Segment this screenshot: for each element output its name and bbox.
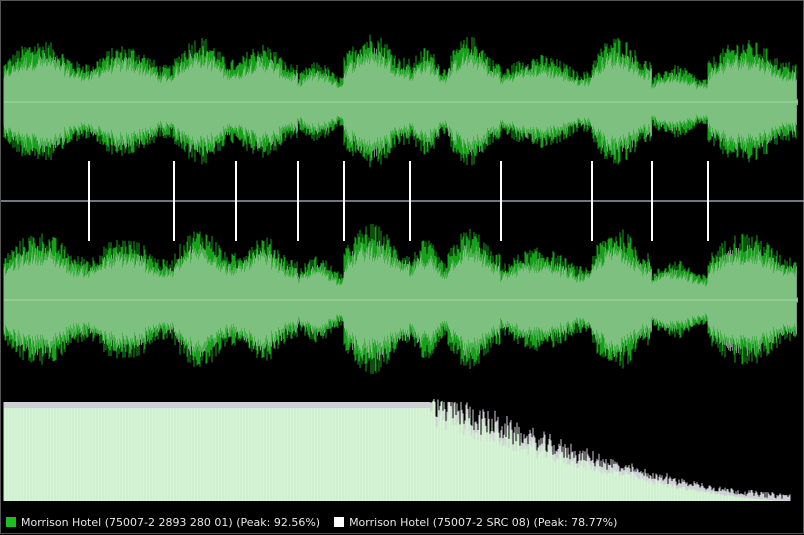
waveform-comparison-window: Morrison Hotel (75007-2 2893 280 01) (Pe… <box>0 0 804 534</box>
legend-item-track-a: Morrison Hotel (75007-2 2893 280 01) (Pe… <box>6 516 320 529</box>
legend-bar: Morrison Hotel (75007-2 2893 280 01) (Pe… <box>1 509 804 535</box>
green-square-icon <box>6 517 16 527</box>
waveform-canvas <box>1 34 804 501</box>
legend-label-track-b: Morrison Hotel (75007-2 SRC 08) (Peak: 7… <box>349 515 618 529</box>
waveform-channel-left <box>3 34 798 168</box>
legend-item-track-b: Morrison Hotel (75007-2 SRC 08) (Peak: 7… <box>334 516 617 529</box>
white-square-icon <box>334 517 345 527</box>
frequency-spectrum <box>3 398 791 501</box>
waveform-channel-right <box>3 223 798 374</box>
legend-label-track-a: Morrison Hotel (75007-2 2893 280 01) (Pe… <box>21 515 321 529</box>
